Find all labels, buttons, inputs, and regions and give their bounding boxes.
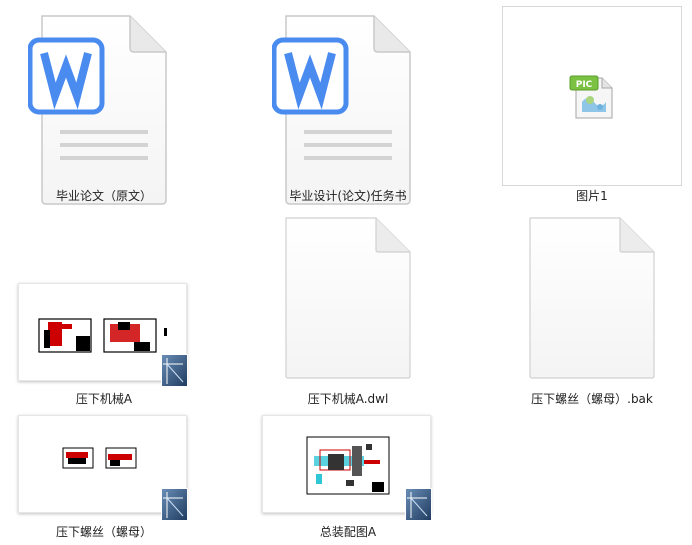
- autocad-badge-icon: [405, 488, 432, 521]
- file-item-dwg1[interactable]: 压下机械A: [0, 270, 220, 410]
- file-item-pic1[interactable]: PIC 图片1: [500, 0, 692, 210]
- word-document-icon: [272, 15, 411, 205]
- file-item-dwg2[interactable]: 压下螺丝（螺母）: [0, 404, 220, 545]
- cad-drawing-preview: [62, 447, 137, 469]
- pic-icon-text: PIC: [576, 80, 593, 90]
- blank-document-icon: [529, 217, 655, 379]
- file-name: 图片1: [576, 189, 608, 203]
- picture-file-icon: PIC: [569, 75, 613, 119]
- cad-drawing-preview: [38, 318, 167, 353]
- file-item-dwg3[interactable]: 总装配图A: [244, 404, 464, 545]
- file-item-doc2[interactable]: 毕业设计(论文)任务书: [244, 0, 464, 210]
- file-item-doc1[interactable]: 毕业论文（原文）: [0, 0, 220, 210]
- blank-document-icon: [285, 217, 411, 379]
- file-name: 总装配图A: [319, 525, 377, 539]
- word-document-icon: [28, 15, 167, 205]
- file-name: 压下螺丝（螺母）: [55, 525, 153, 539]
- file-name: 压下螺丝（螺母）.bak: [531, 392, 653, 406]
- file-name: 毕业论文（原文）: [55, 189, 153, 203]
- file-item-dwl1[interactable]: 压下机械A.dwl: [260, 214, 460, 414]
- cad-drawing-preview: [306, 436, 390, 495]
- file-name: 毕业设计(论文)任务书: [289, 189, 407, 203]
- file-item-bak1[interactable]: 压下螺丝（螺母）.bak: [500, 214, 692, 414]
- autocad-badge-icon: [161, 354, 188, 387]
- autocad-badge-icon: [161, 488, 188, 521]
